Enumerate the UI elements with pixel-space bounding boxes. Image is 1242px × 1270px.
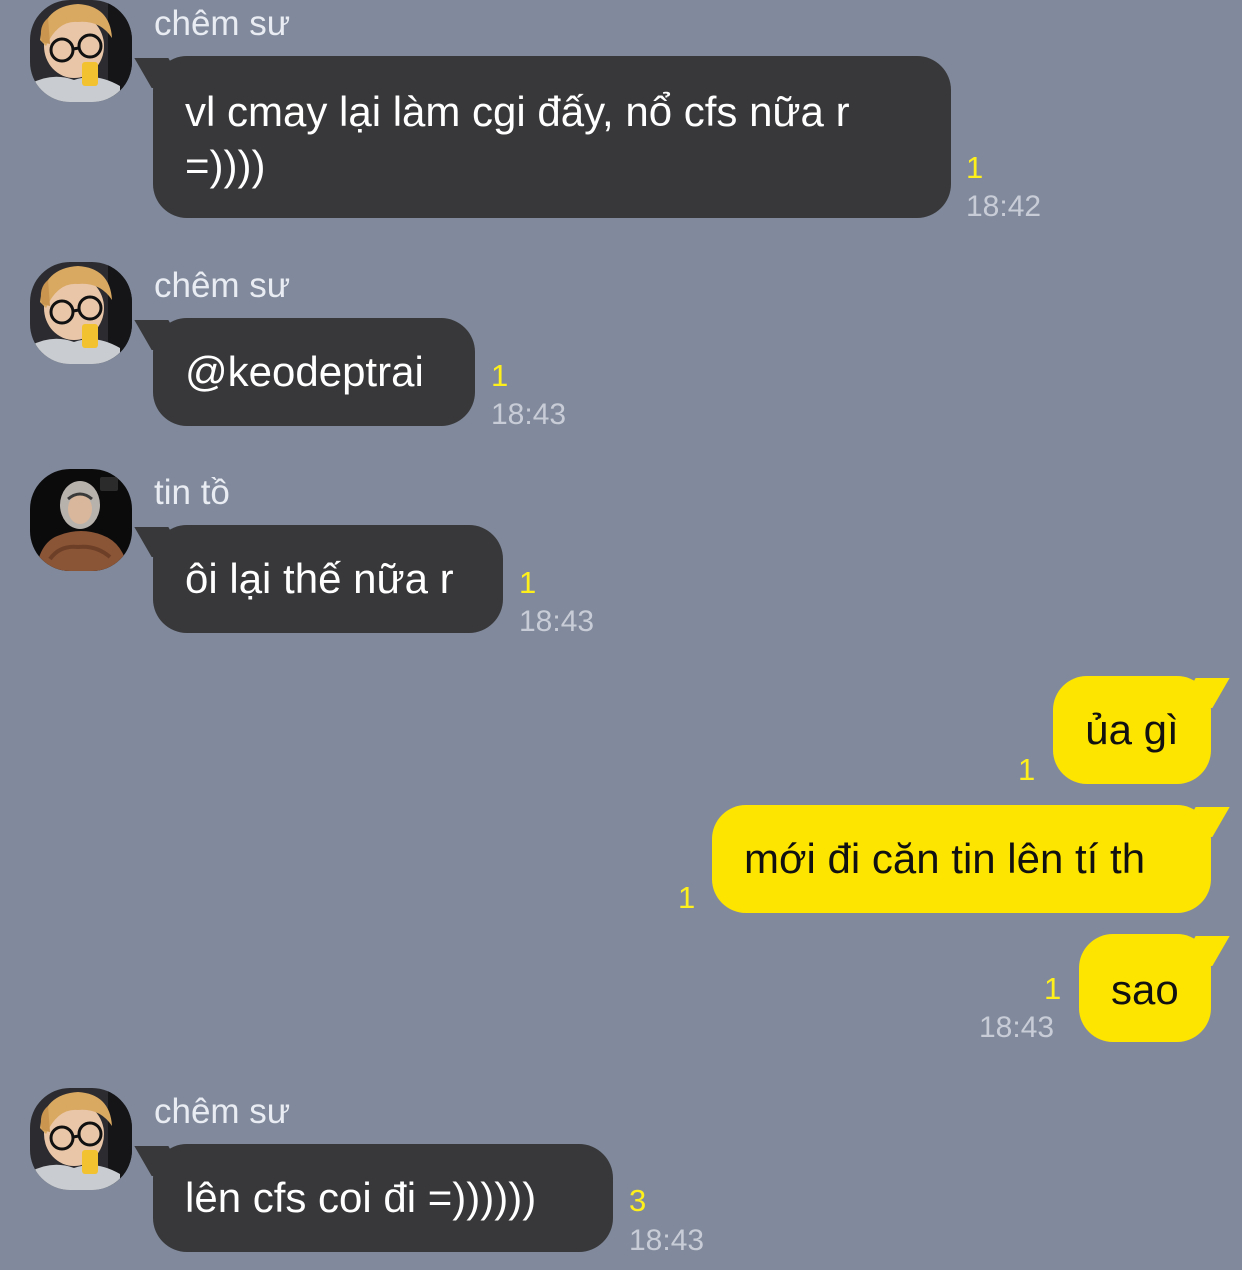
sender-name: tin tồ — [154, 473, 230, 512]
my-message-bubble[interactable]: mới đi căn tin lên tí th — [712, 805, 1211, 913]
unread-count: 1 — [491, 358, 509, 393]
message-bubble[interactable]: lên cfs coi đi =)))))) — [153, 1144, 613, 1252]
my-message-bubble[interactable]: ủa gì — [1053, 676, 1211, 784]
unread-count: 1 — [1044, 971, 1062, 1006]
unread-count: 1 — [1018, 752, 1036, 787]
chem-su-avatar[interactable] — [30, 1088, 132, 1190]
timestamp: 18:43 — [519, 605, 595, 638]
message-bubble[interactable]: vl cmay lại làm cgi đấy, nổ cfs nữa r =)… — [153, 56, 951, 218]
unread-count: 1 — [678, 880, 696, 915]
message-bubble[interactable]: @keodeptrai — [153, 318, 475, 426]
unread-count: 3 — [629, 1183, 647, 1218]
chem-su-avatar[interactable] — [30, 0, 132, 102]
unread-count: 1 — [966, 150, 984, 185]
chem-su-avatar[interactable] — [30, 262, 132, 364]
timestamp: 18:43 — [629, 1224, 705, 1257]
timestamp: 18:43 — [491, 398, 567, 431]
unread-count: 1 — [519, 565, 537, 600]
sender-name: chêm sư — [154, 1092, 291, 1131]
tin-to-avatar[interactable] — [30, 469, 132, 571]
sender-name: chêm sư — [154, 266, 291, 305]
my-message-bubble[interactable]: sao — [1079, 934, 1211, 1042]
sender-name: chêm sư — [154, 4, 291, 43]
message-bubble[interactable]: ôi lại thế nữa r — [153, 525, 503, 633]
timestamp: 18:43 — [979, 1011, 1055, 1044]
timestamp: 18:42 — [966, 190, 1042, 223]
